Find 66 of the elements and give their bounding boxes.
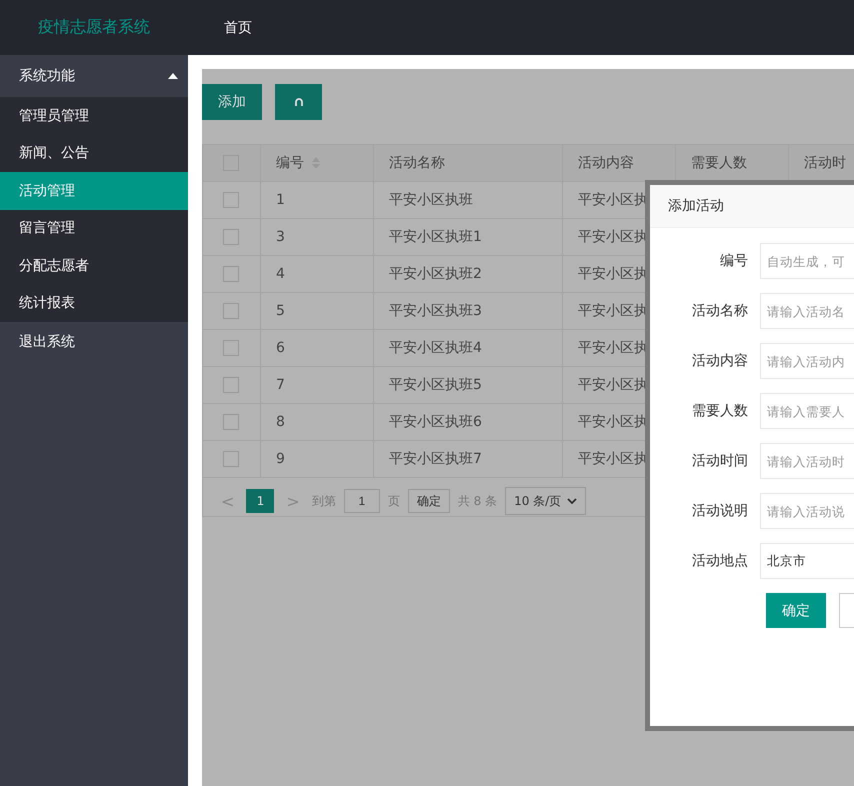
- table-cell: 平安小区执班4: [389, 340, 482, 356]
- checkbox[interactable]: [223, 303, 239, 319]
- menu-item[interactable]: 管理员管理: [0, 97, 188, 134]
- field-label: 编号: [719, 252, 749, 270]
- table-cell: 8: [276, 414, 285, 430]
- checkbox[interactable]: [223, 266, 239, 282]
- checkbox[interactable]: [223, 229, 239, 245]
- field-label: 活动说明: [691, 502, 749, 520]
- column-header: 编号: [276, 154, 304, 172]
- checkbox[interactable]: [223, 192, 239, 208]
- page-size-select[interactable]: 10 条/页: [505, 487, 586, 515]
- input-field[interactable]: 请输入需要人: [760, 393, 854, 429]
- table-cell: 1: [276, 192, 285, 208]
- table-cell: 9: [276, 451, 285, 467]
- input-field[interactable]: 请输入活动名: [760, 293, 854, 329]
- input-field[interactable]: 请输入活动时: [760, 443, 854, 479]
- column-header: 活动时: [804, 154, 846, 172]
- input-field[interactable]: 北京市: [760, 543, 854, 579]
- goto-button[interactable]: 确定: [408, 489, 450, 513]
- goto-label: 到第: [312, 492, 336, 510]
- add-button[interactable]: 添加: [202, 84, 262, 120]
- field-label: 活动地点: [691, 552, 749, 570]
- menu-item[interactable]: 分配志愿者: [0, 247, 188, 284]
- checkbox[interactable]: [223, 340, 239, 356]
- table-cell: 平安小区执班3: [389, 303, 482, 319]
- table-cell: 平安小区执班6: [389, 414, 482, 430]
- table-cell: 3: [276, 229, 285, 245]
- checkbox[interactable]: [223, 451, 239, 467]
- field-label: 需要人数: [691, 402, 749, 420]
- menu-item[interactable]: 新闻、公告: [0, 134, 188, 172]
- table-cell: 平安小区执班5: [389, 377, 482, 393]
- secondary-button[interactable]: [839, 593, 854, 628]
- arch-icon: [294, 98, 302, 106]
- table-cell: 平安小区执班: [389, 192, 473, 208]
- menu-group-label: 系统功能: [19, 67, 75, 85]
- icon-button[interactable]: [275, 84, 322, 120]
- page-input[interactable]: 1: [344, 489, 380, 513]
- app-title: 疫情志愿者系统: [37, 17, 151, 38]
- input-field[interactable]: 请输入活动内: [760, 343, 854, 379]
- page-button[interactable]: 1: [246, 489, 274, 513]
- table-cell: 平安小区执班7: [389, 451, 482, 467]
- column-header: 活动内容: [578, 154, 634, 172]
- field-label: 活动内容: [691, 352, 749, 370]
- dialog-title: 添加活动: [650, 185, 854, 228]
- input-field[interactable]: 自动生成，可: [760, 243, 854, 279]
- field-label: 活动时间: [691, 452, 749, 470]
- confirm-button[interactable]: 确定: [766, 593, 826, 628]
- table-cell: 平安小区执班1: [389, 229, 482, 245]
- checkbox[interactable]: [223, 414, 239, 430]
- column-header: 需要人数: [691, 154, 747, 172]
- table-cell: 平安小区执班2: [389, 266, 482, 282]
- table-cell: 7: [276, 377, 285, 393]
- table-cell: 5: [276, 303, 285, 319]
- table-cell: 4: [276, 266, 285, 282]
- column-header: 活动名称: [389, 154, 445, 172]
- chevron-down-icon: [567, 498, 578, 504]
- page-unit: 页: [388, 492, 400, 510]
- field-label: 活动名称: [691, 302, 749, 320]
- menu-item[interactable]: 留言管理: [0, 210, 188, 247]
- nav-link[interactable]: 首页: [210, 18, 266, 36]
- menu-item[interactable]: 统计报表: [0, 284, 188, 322]
- input-field[interactable]: 请输入活动说: [760, 493, 854, 529]
- table-cell: 6: [276, 340, 285, 356]
- checkbox[interactable]: [223, 377, 239, 393]
- menu-item[interactable]: 活动管理: [0, 172, 188, 210]
- total-count: 共 8 条: [458, 492, 498, 510]
